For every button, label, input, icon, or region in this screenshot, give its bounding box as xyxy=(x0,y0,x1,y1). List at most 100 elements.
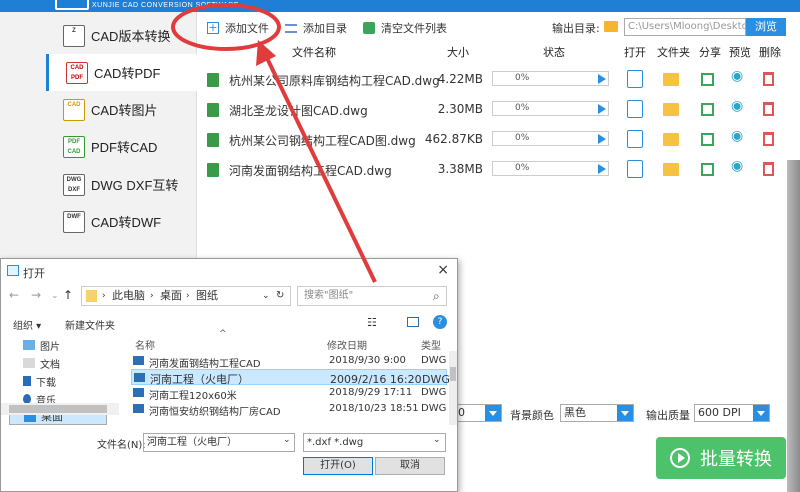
output-path-input[interactable]: C:\Users\Mloong\Desktop xyxy=(624,18,746,36)
chevron-down-icon[interactable]: ⌄ xyxy=(262,287,270,305)
sidebar-item-cad-to-dwf[interactable]: DWF CAD转DWF xyxy=(46,203,197,240)
table-row[interactable]: 杭州某公司钢结构工程CAD图.dwg 462.87KB 0% ◉ xyxy=(197,124,800,154)
file-list-scrollbar[interactable] xyxy=(449,351,457,425)
table-header: 文件名称 大小 状态 打开 文件夹 分享 预览 删除 xyxy=(197,42,800,60)
refresh-icon[interactable]: ↻ xyxy=(276,287,284,305)
back-arrow-icon[interactable]: ← xyxy=(9,288,19,302)
share-icon[interactable] xyxy=(701,133,714,146)
download-icon xyxy=(23,376,31,386)
open-file-icon[interactable] xyxy=(627,70,643,88)
play-icon[interactable] xyxy=(598,134,606,144)
cancel-button[interactable]: 取消 xyxy=(375,457,445,475)
open-file-icon[interactable] xyxy=(627,130,643,148)
view-icon[interactable]: ☷ xyxy=(367,316,377,329)
addr-seg-desktop[interactable]: 桌面 xyxy=(160,287,182,305)
sidebar-item-dwg-dxf[interactable]: DWG DXF DWG DXF互转 xyxy=(46,166,197,203)
tree-item-documents[interactable]: 文档 xyxy=(23,355,60,371)
share-icon[interactable] xyxy=(701,163,714,176)
folder-icon[interactable] xyxy=(663,163,679,176)
search-input[interactable]: 搜索"图纸" xyxy=(297,286,447,306)
eye-icon[interactable]: ◉ xyxy=(731,98,747,116)
tree-scrollbar[interactable] xyxy=(1,403,119,415)
up-arrow-icon[interactable]: ↑ xyxy=(63,288,73,302)
eye-icon[interactable]: ◉ xyxy=(731,68,747,86)
sidebar-item-cad-to-pdf[interactable]: CAD PDF CAD转PDF xyxy=(46,54,197,91)
file-item-type: DWG xyxy=(421,403,447,414)
help-icon[interactable]: ? xyxy=(433,315,447,329)
filetype-select[interactable]: *.dxf *.dwg xyxy=(303,433,446,452)
chevron-down-icon[interactable]: ⌄ xyxy=(433,435,441,445)
scroll-thumb[interactable] xyxy=(450,367,456,381)
file-list-header: 名称 ^ 修改日期 类型 xyxy=(127,329,457,352)
organize-button[interactable]: 组织 ▾ xyxy=(13,317,41,332)
addr-seg-drawings[interactable]: 图纸 xyxy=(196,287,218,305)
add-dir-button[interactable]: 添加目录 xyxy=(285,19,347,37)
file-item-date: 2018/10/23 18:51 xyxy=(329,403,419,414)
play-icon[interactable] xyxy=(598,104,606,114)
open-file-icon[interactable] xyxy=(627,100,643,118)
eye-icon[interactable]: ◉ xyxy=(731,128,747,146)
filename-row: 文件名(N): 河南工程（火电厂） ⌄ *.dxf *.dwg ⌄ xyxy=(1,431,457,455)
dwg-file-icon xyxy=(207,103,219,117)
play-icon[interactable] xyxy=(598,164,606,174)
chevron-down-icon[interactable]: ⌄ xyxy=(51,291,59,301)
clear-list-button[interactable]: 清空文件列表 xyxy=(363,19,447,37)
batch-convert-button[interactable]: 批量转换 xyxy=(656,437,786,479)
address-bar[interactable]: › 此电脑 › 桌面 › 图纸 ⌄ ↻ xyxy=(81,286,291,306)
open-button[interactable]: 打开(O) xyxy=(303,457,373,475)
sidebar-item-pdf-to-cad[interactable]: PDF CAD PDF转CAD xyxy=(46,128,197,165)
sidebar-item-label: CAD转DWF xyxy=(91,215,162,230)
folder-icon[interactable] xyxy=(663,73,679,86)
table-row[interactable]: 湖北圣龙设计图CAD.dwg 2.30MB 0% ◉ xyxy=(197,94,800,124)
filename-input[interactable]: 河南工程（火电厂） xyxy=(143,433,295,452)
trash-icon[interactable] xyxy=(763,102,774,116)
col-file-modified[interactable]: 修改日期 xyxy=(327,337,367,352)
play-icon[interactable] xyxy=(598,74,606,84)
partial-select[interactable]: 0 xyxy=(454,404,502,422)
tree-item-downloads[interactable]: 下载 xyxy=(23,373,56,389)
chevron-down-icon[interactable]: ⌄ xyxy=(283,435,291,445)
quality-select[interactable]: 600 DPI xyxy=(694,404,770,422)
trash-icon[interactable] xyxy=(763,132,774,146)
col-file-name[interactable]: 名称 xyxy=(135,337,155,352)
list-item[interactable]: 河南恒安纺织钢结构厂房CAD 2018/10/23 18:51 DWG xyxy=(131,401,447,418)
add-file-button[interactable]: + 添加文件 xyxy=(207,19,269,37)
open-file-dialog: 打开 × ← → ⌄ ↑ › 此电脑 › 桌面 › 图纸 ⌄ ↻ 搜索"图纸" … xyxy=(0,258,458,492)
col-folder: 文件夹 xyxy=(657,46,690,59)
sidebar-item-label: CAD版本转换 xyxy=(91,29,171,44)
file-name: 杭州某公司原料库钢结构工程CAD.dwg xyxy=(229,74,440,88)
sidebar-item-cad-version[interactable]: Z CAD版本转换 xyxy=(46,17,197,54)
output-dir-label: 输出目录: xyxy=(552,22,600,35)
list-item[interactable]: 河南发面钢结构工程CAD 2018/9/30 9:00 DWG xyxy=(131,353,447,370)
list-item[interactable]: 河南工程（火电厂） 2009/2/16 16:20 DWG xyxy=(131,369,450,386)
table-row[interactable]: 杭州某公司原料库钢结构工程CAD.dwg 4.22MB 0% ◉ xyxy=(197,64,800,94)
file-item-name: 河南发面钢结构工程CAD xyxy=(149,359,261,370)
trash-icon[interactable] xyxy=(763,72,774,86)
eye-icon[interactable]: ◉ xyxy=(731,158,747,176)
share-icon[interactable] xyxy=(701,73,714,86)
dwg-file-icon xyxy=(207,133,219,147)
trash-icon[interactable] xyxy=(763,162,774,176)
list-item[interactable]: 河南工程120x60米 2018/9/29 17:11 DWG xyxy=(131,385,447,402)
col-preview: 预览 xyxy=(729,46,751,59)
browse-button[interactable]: 浏览 xyxy=(746,18,786,36)
bg-color-select[interactable]: 黑色 xyxy=(560,404,634,422)
open-file-icon[interactable] xyxy=(627,160,643,178)
table-row[interactable]: 河南发面钢结构工程CAD.dwg 3.38MB 0% ◉ xyxy=(197,154,800,184)
scroll-thumb[interactable] xyxy=(9,405,107,413)
forward-arrow-icon[interactable]: → xyxy=(31,288,41,302)
folder-icon[interactable] xyxy=(663,103,679,116)
col-status: 状态 xyxy=(543,46,565,59)
bg-color-label: 背景颜色 xyxy=(510,409,554,422)
sidebar-item-cad-to-image[interactable]: CAD CAD转图片 xyxy=(46,91,197,128)
share-icon[interactable] xyxy=(701,103,714,116)
addr-seg-pc[interactable]: 此电脑 xyxy=(112,287,145,305)
folder-icon[interactable] xyxy=(663,133,679,146)
col-file-type[interactable]: 类型 xyxy=(421,337,441,352)
logo-icon xyxy=(55,0,89,10)
close-icon[interactable]: × xyxy=(437,262,449,278)
tree-item-pictures[interactable]: 图片 xyxy=(23,337,60,353)
col-share: 分享 xyxy=(699,46,721,59)
preview-pane-icon[interactable] xyxy=(407,317,419,327)
new-folder-button[interactable]: 新建文件夹 xyxy=(65,317,115,332)
